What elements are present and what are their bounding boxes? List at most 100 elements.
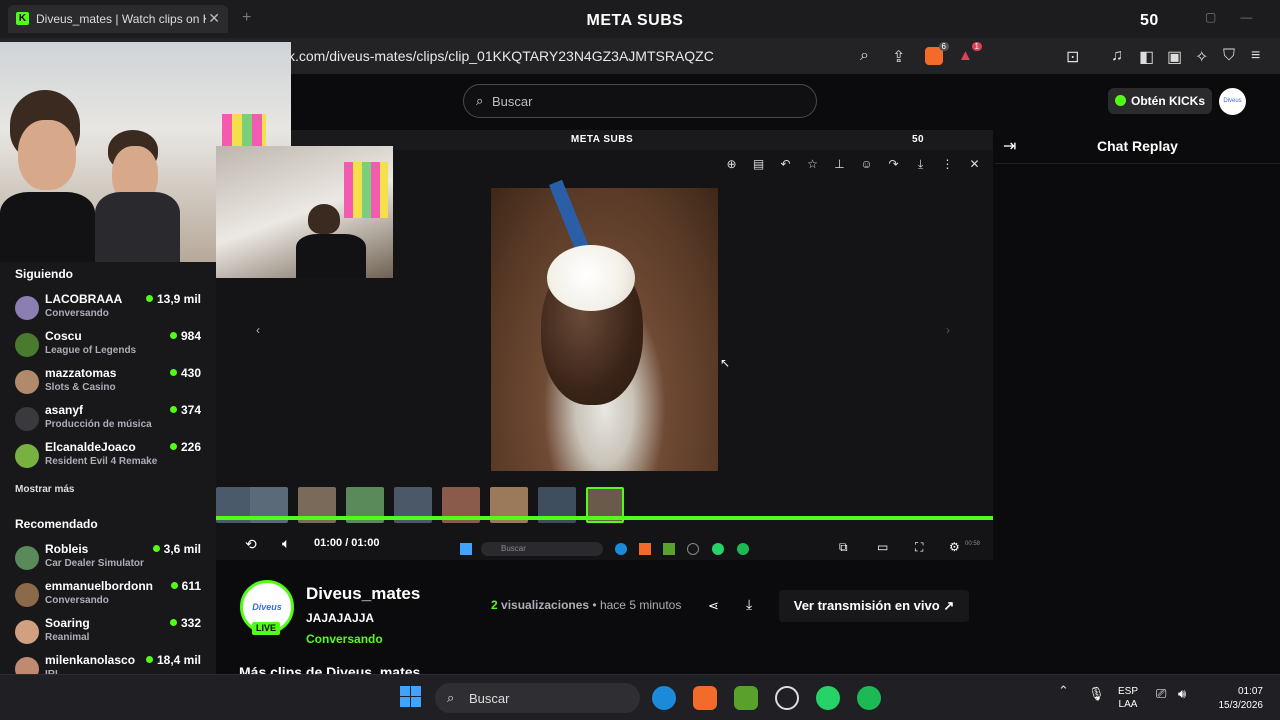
fullscreen-icon[interactable]: ⛶ [915,540,923,555]
language-indicator[interactable]: ESP LAA [1118,685,1138,711]
pip-icon[interactable]: ⧉ [839,540,848,555]
theater-icon[interactable]: ▭ [877,540,888,554]
microphone-icon[interactable]: 🎙︎ [1088,686,1105,702]
favorite-icon[interactable]: ☆ [799,157,826,171]
menu-icon[interactable]: ≡ [1251,47,1260,65]
windows-start-icon[interactable] [400,686,422,708]
brave-badge: 6 [938,42,949,51]
browser-tab[interactable]: K Diveus_mates | Watch clips on Kick ✕ [8,5,228,33]
watch-live-label: Ver transmisión en vivo [793,598,940,613]
reader-icon[interactable]: ⊡ [1066,47,1079,67]
close-viewer-icon[interactable]: ✕ [961,157,988,171]
watch-live-button[interactable]: Ver transmisión en vivo ↗ [779,590,969,622]
volume-icon[interactable]: 🔈︎ [282,535,290,552]
mini-obs-icon [687,543,699,555]
whatsapp-icon[interactable] [816,686,840,710]
taskbar-clock[interactable]: 01:07 15/3/2026 [1205,685,1264,713]
lang-code: ESP [1118,686,1139,697]
slideshow-icon[interactable]: ▤ [745,157,772,171]
sidebar-channel-lacobraaa[interactable]: LACOBRAAA Conversando 13,9 mil [15,292,205,328]
pin-icon[interactable]: ⊥ [826,157,853,171]
brave-icon[interactable] [693,686,717,710]
show-more-link[interactable]: Mostrar más [15,484,74,495]
music-icon[interactable]: ♫ [1111,47,1123,65]
viewer-count: 984 [169,329,201,343]
taskbar-search[interactable]: ⌕ Buscar [435,683,640,713]
progress-bar[interactable] [216,516,993,520]
share-icon[interactable]: ⋖ [708,598,719,614]
url-text[interactable]: k.com/diveus-mates/clips/clip_01KKQTARY2… [288,48,714,64]
more-icon[interactable]: ⋮ [934,157,961,171]
spotify-icon[interactable] [857,686,881,710]
download-clip-icon[interactable]: ⤓ [746,596,752,613]
following-heading: Siguiendo [15,267,73,281]
channel-name[interactable]: Diveus_mates [306,584,420,604]
viewer-count-value: 430 [180,366,201,380]
sidebar-channel-emmanuelbordonn[interactable]: emmanuelbordonn Conversando 611 [15,579,205,615]
volume-tray-icon[interactable]: 🔊︎ [1178,686,1186,702]
undo-icon[interactable]: ↶ [772,157,799,171]
sidebar-channel-mazzatomas[interactable]: mazzatomas Slots & Casino 430 [15,366,205,402]
sidebar-channel-robleis[interactable]: Robleis Car Dealer Simulator 3,6 mil [15,542,205,578]
brave-rewards-icon[interactable]: ▲ 1 [958,42,982,65]
clip-title: JAJAJAJJA [306,611,375,625]
live-dot-icon [145,295,153,302]
channel-avatar [15,296,39,320]
wallet-icon[interactable]: ▣ [1167,47,1182,67]
viewer-count-value: 226 [180,440,201,454]
channel-category: Conversando [45,308,109,319]
collapse-chat-icon[interactable]: ⇥ [1003,136,1016,156]
network-icon[interactable]: ⎚ [1156,686,1166,702]
viewer-count: 18,4 mil [145,653,201,667]
viewer-count: 3,6 mil [152,542,201,556]
person-shirt [0,192,95,262]
next-image-icon[interactable]: › [946,323,950,337]
mouse-cursor-icon: ↖ [720,356,731,370]
brave-shields-icon[interactable]: 6 [925,42,949,65]
person-shirt [95,192,180,262]
zoom-in-icon[interactable]: ⊕ [718,157,745,171]
sidebar-channel-coscu[interactable]: Coscu League of Legends 984 [15,329,205,365]
edge-icon[interactable] [652,686,676,710]
cream-shape [547,245,635,311]
leo-ai-icon[interactable]: ✧ [1195,47,1208,67]
clip-stats: 2 visualizaciones • hace 5 minutos [491,598,681,612]
download-icon[interactable]: ⤓ [907,157,934,172]
prev-image-icon[interactable]: ‹ [256,323,260,337]
channel-category: Slots & Casino [45,382,116,393]
settings-icon[interactable]: ⚙ [949,540,960,554]
viewer-count-value: 3,6 mil [163,542,201,556]
channel-name: milenkanolasco [45,653,136,667]
sidebar-channel-elcanaldejoaco[interactable]: ElcanaldeJoaco Resident Evil 4 Remake 226 [15,440,205,476]
obs-icon[interactable] [775,686,799,710]
new-tab-button[interactable]: + [242,9,251,27]
viewer-count-value: 984 [180,329,201,343]
android-icon[interactable] [734,686,758,710]
sidebar-channel-soaring[interactable]: Soaring Reanimal 332 [15,616,205,652]
lang-layout: LAA [1118,699,1138,710]
channel-category: Car Dealer Simulator [45,558,144,569]
playback-time: 01:00 / 01:00 [314,537,380,549]
tray-chevron-icon[interactable]: ⌃ [1058,683,1069,699]
kicks-coin-icon [1114,95,1126,106]
sidebar-channel-asanyf[interactable]: asanyf Producción de música 374 [15,403,205,439]
tab-close-icon[interactable]: ✕ [208,10,220,27]
search-input[interactable]: ⌕ Buscar [463,84,817,118]
search-icon: ⌕ [447,690,455,705]
forward-icon[interactable]: ↷ [880,157,907,171]
clip-category[interactable]: Conversando [306,632,383,646]
recommended-heading: Recomendado [15,517,98,531]
replay-icon[interactable]: ⟲ [245,536,257,553]
viewer-count-value: 611 [181,579,201,593]
vpn-icon[interactable]: ⛉ [1223,47,1235,65]
sidebar-toggle-icon[interactable]: ◧ [1139,47,1154,67]
sticky-notes [344,162,388,218]
channel-name: emmanuelbordonn [45,579,154,593]
share-page-icon[interactable]: ⇪ [892,47,905,67]
window-controls[interactable]: ▢— [1205,10,1276,24]
emoji-icon[interactable]: ☺ [853,157,880,171]
get-kicks-button[interactable]: Obtén KICKs [1108,88,1212,114]
zoom-icon[interactable]: ⌕ [860,47,869,65]
channel-name: mazzatomas [45,366,117,380]
user-avatar[interactable]: Diveus [1219,88,1246,115]
